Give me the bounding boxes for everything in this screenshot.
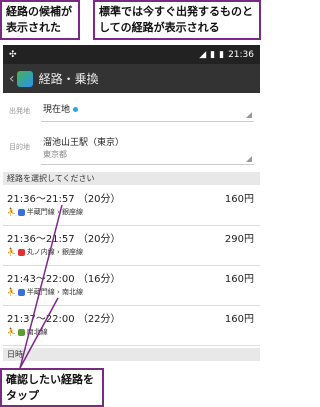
train-line-icon xyxy=(17,328,25,336)
route-lines: 半蔵門線 › 南北線 xyxy=(26,288,83,296)
departure-dropdown-icon[interactable] xyxy=(246,112,252,118)
back-icon[interactable]: ‹ xyxy=(9,71,15,87)
route-time: 21:36〜21:57 （20分） xyxy=(7,234,121,245)
section-routes-header: 経路を選択してください xyxy=(3,172,260,185)
section-date-header: 日時 xyxy=(3,348,260,361)
route-item[interactable]: 21:37〜22:00 （22分） 160円 ⛹ 南北線 xyxy=(3,306,260,346)
callout-routes-shown: 経路の候補が表示された xyxy=(0,0,80,40)
settings-icon: ✣ xyxy=(9,49,17,60)
callout-tap-route: 確認したい経路をタップ xyxy=(0,368,104,407)
walk-icon: ⛹ xyxy=(7,248,16,256)
route-price: 160円 xyxy=(224,274,254,285)
route-time: 21:37〜22:00 （22分） xyxy=(7,314,121,325)
departure-label: 出発地 xyxy=(9,107,30,115)
route-price: 160円 xyxy=(224,194,254,205)
route-lines: 丸ノ内線 › 銀座線 xyxy=(26,248,83,256)
route-time: 21:43〜22:00 （16分） xyxy=(7,274,121,285)
train-line-icon xyxy=(17,288,25,296)
departure-underline xyxy=(41,121,254,122)
route-item[interactable]: 21:43〜22:00 （16分） 160円 ⛹ 半蔵門線 › 南北線 xyxy=(3,266,260,306)
departure-field[interactable]: 出発地 現在地 xyxy=(3,101,260,116)
battery-icon: ▮ xyxy=(219,49,225,60)
walk-icon: ⛹ xyxy=(7,288,16,296)
destination-field[interactable]: 目的地 溜池山王駅（東京） 東京都 xyxy=(3,134,260,161)
location-icon xyxy=(73,107,79,112)
route-price: 290円 xyxy=(224,234,254,245)
route-lines: 半蔵門線 › 銀座線 xyxy=(26,208,83,216)
app-bar[interactable]: ‹ 経路・乗換 xyxy=(3,64,260,93)
walk-icon: ⛹ xyxy=(7,208,16,216)
route-price: 160円 xyxy=(224,314,254,325)
route-lines: 南北線 xyxy=(26,328,48,336)
train-line-icon xyxy=(17,208,25,216)
callout-default-departure: 標準では今すぐ出発するものとしての経路が表示される xyxy=(93,0,261,40)
status-bar: ✣ ◢ ▮ ▮ 21:36 xyxy=(3,45,260,64)
train-line-icon xyxy=(17,248,25,256)
destination-underline xyxy=(41,164,254,165)
departure-value: 現在地 xyxy=(43,105,71,115)
route-item[interactable]: 21:36〜21:57 （20分） 160円 ⛹ 半蔵門線 › 銀座線 xyxy=(3,186,260,226)
route-time: 21:36〜21:57 （20分） xyxy=(7,194,121,205)
wifi-icon: ◢ xyxy=(199,49,207,60)
route-item[interactable]: 21:36〜21:57 （20分） 290円 ⛹ 丸ノ内線 › 銀座線 xyxy=(3,226,260,266)
destination-label: 目的地 xyxy=(9,143,30,151)
destination-sub: 東京都 xyxy=(43,150,67,159)
maps-app-icon xyxy=(16,70,33,87)
phone-screen: ✣ ◢ ▮ ▮ 21:36 ‹ 経路・乗換 出発地 現在地 目的地 溜池山王駅（… xyxy=(3,45,260,368)
status-time: 21:36 xyxy=(228,49,254,60)
destination-dropdown-icon[interactable] xyxy=(246,156,252,162)
app-title: 経路・乗換 xyxy=(38,72,99,86)
signal-icon: ▮ xyxy=(210,49,216,60)
destination-value: 溜池山王駅（東京） xyxy=(43,138,125,148)
walk-icon: ⛹ xyxy=(7,328,16,336)
